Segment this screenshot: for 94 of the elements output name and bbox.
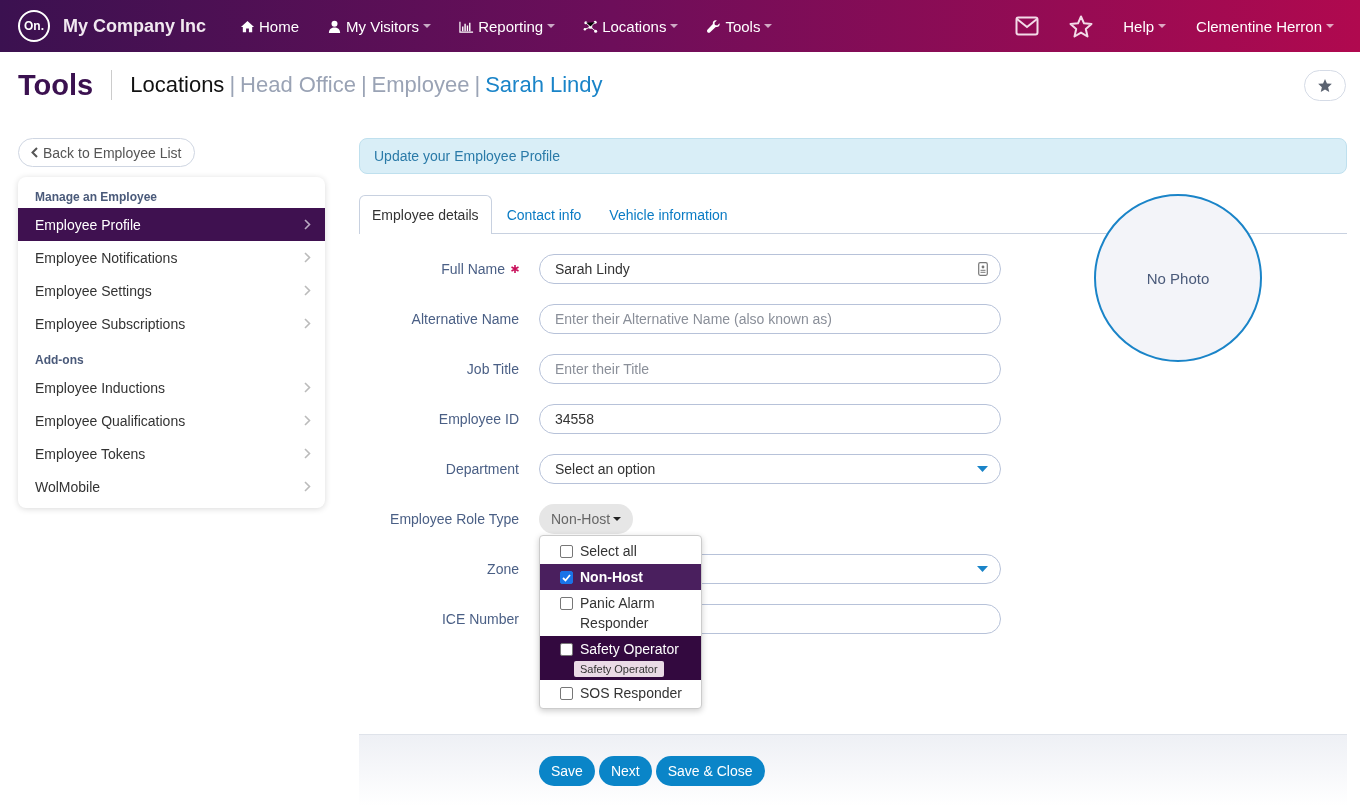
action-button[interactable]: Next	[598, 755, 652, 786]
field-label: ICE Number	[441, 611, 519, 627]
tab[interactable]: Contact info	[493, 195, 595, 233]
nav-link[interactable]: Reporting	[459, 17, 556, 35]
caret-icon	[764, 24, 773, 28]
photo-upload-field[interactable]: No Photo	[1094, 194, 1262, 362]
nav-link[interactable]: Help	[1123, 17, 1167, 35]
field-label: Department	[445, 461, 519, 477]
star-icon	[1317, 77, 1333, 93]
multiselect-button[interactable]: Non-Host	[539, 504, 634, 534]
chevron-right-icon	[304, 415, 311, 426]
dropdown-option[interactable]: Select all	[540, 538, 701, 564]
action-button[interactable]: Save & Close	[655, 755, 765, 786]
tab[interactable]: Employee details	[359, 195, 492, 234]
field-label: Alternative Name	[411, 311, 519, 327]
checkbox[interactable]	[560, 571, 573, 584]
envelope-icon	[1015, 16, 1040, 36]
checkbox[interactable]	[560, 545, 573, 558]
field-label: Job Title	[466, 361, 519, 377]
breadcrumb-link[interactable]: Sarah Lindy	[485, 72, 603, 98]
contact-card-icon	[978, 262, 988, 276]
chevron-right-icon	[304, 448, 311, 459]
breadcrumb-separator: |	[229, 72, 236, 98]
nav-link[interactable]: Tools	[706, 17, 773, 35]
text-field[interactable]: Sarah Lindy	[539, 254, 1001, 284]
checkbox[interactable]	[560, 643, 573, 656]
menu-item[interactable]: Employee Tokens	[18, 437, 325, 470]
mail-button[interactable]	[1015, 16, 1040, 36]
field-label: Full Name	[441, 261, 505, 277]
network-icon	[583, 18, 599, 34]
chevron-right-icon	[304, 481, 311, 492]
tooltip: Safety Operator	[574, 661, 664, 677]
tab[interactable]: Vehicle information	[596, 195, 741, 233]
favorites-button[interactable]	[1069, 14, 1094, 38]
menu-item[interactable]: Employee Inductions	[18, 371, 325, 404]
user-icon	[327, 18, 343, 34]
star-icon	[1069, 14, 1094, 38]
back-button[interactable]: Back to Employee List	[18, 138, 195, 167]
breadcrumb-item: Employee	[371, 72, 470, 98]
text-field[interactable]: 34558	[539, 404, 1001, 434]
dropdown-option[interactable]: Non-Host	[540, 564, 701, 590]
page-title: Tools	[18, 70, 113, 100]
favorite-button[interactable]	[1304, 69, 1346, 101]
info-alert: Update your Employee Profile	[359, 138, 1347, 174]
menu-item[interactable]: Employee Qualifications	[18, 404, 325, 437]
menu-item[interactable]: Employee Subscriptions	[18, 307, 325, 340]
caret-icon	[1326, 24, 1334, 28]
nav-link[interactable]: Locations	[583, 17, 679, 35]
menu-item[interactable]: Employee Profile	[18, 208, 325, 241]
caret-icon	[423, 24, 432, 28]
dropdown-option[interactable]: SOS Responder	[540, 680, 701, 706]
checkbox[interactable]	[560, 597, 573, 610]
breadcrumb-item: Locations	[130, 72, 225, 98]
menu-heading: Manage an Employee	[34, 189, 159, 206]
field-label: Employee ID	[438, 411, 519, 427]
dropdown-option[interactable]: Panic Alarm Responder	[540, 590, 701, 636]
breadcrumb-separator: |	[360, 72, 367, 98]
option-label: Safety Operator	[580, 640, 680, 659]
option-label: Panic Alarm Responder	[580, 594, 656, 633]
caret-down-icon	[613, 517, 622, 521]
breadcrumb-item: Head Office	[240, 72, 356, 98]
nav-link[interactable]: Home	[240, 17, 300, 35]
company-name: My Company Inc	[63, 15, 207, 37]
breadcrumb-separator: |	[474, 72, 481, 98]
checkmark-icon	[562, 573, 571, 582]
chevron-right-icon	[304, 285, 311, 296]
checkbox[interactable]	[560, 687, 573, 700]
menu-item[interactable]: WolMobile	[18, 470, 325, 503]
field-label: Employee Role Type	[390, 511, 519, 527]
option-label: Select all	[580, 542, 638, 561]
chevron-left-icon	[31, 147, 38, 158]
caret-down-icon	[977, 566, 988, 572]
menu-heading: Add-ons	[34, 352, 85, 369]
home-icon	[240, 18, 256, 34]
nav-link[interactable]: My Visitors	[327, 17, 432, 35]
caret-icon	[547, 24, 556, 28]
chevron-right-icon	[304, 318, 311, 329]
caret-icon	[1158, 24, 1167, 28]
wrench-icon	[706, 18, 722, 34]
action-button[interactable]: Save	[539, 755, 595, 786]
field-label: Zone	[487, 561, 519, 577]
logo[interactable]: On.	[18, 10, 50, 42]
chevron-right-icon	[304, 252, 311, 263]
menu-item[interactable]: Employee Notifications	[18, 241, 325, 274]
caret-down-icon	[977, 466, 988, 472]
chevron-right-icon	[304, 382, 311, 393]
option-label: SOS Responder	[580, 684, 683, 703]
option-label: Non-Host	[580, 568, 644, 587]
nav-link[interactable]: Clementine Herron	[1196, 17, 1334, 35]
chevron-right-icon	[304, 219, 311, 230]
dropdown-option[interactable]: Safety Operator Safety Operator	[540, 636, 701, 680]
menu-item[interactable]: Employee Settings	[18, 274, 325, 307]
caret-icon	[670, 24, 679, 28]
select-field[interactable]: Select an option	[539, 454, 1001, 484]
